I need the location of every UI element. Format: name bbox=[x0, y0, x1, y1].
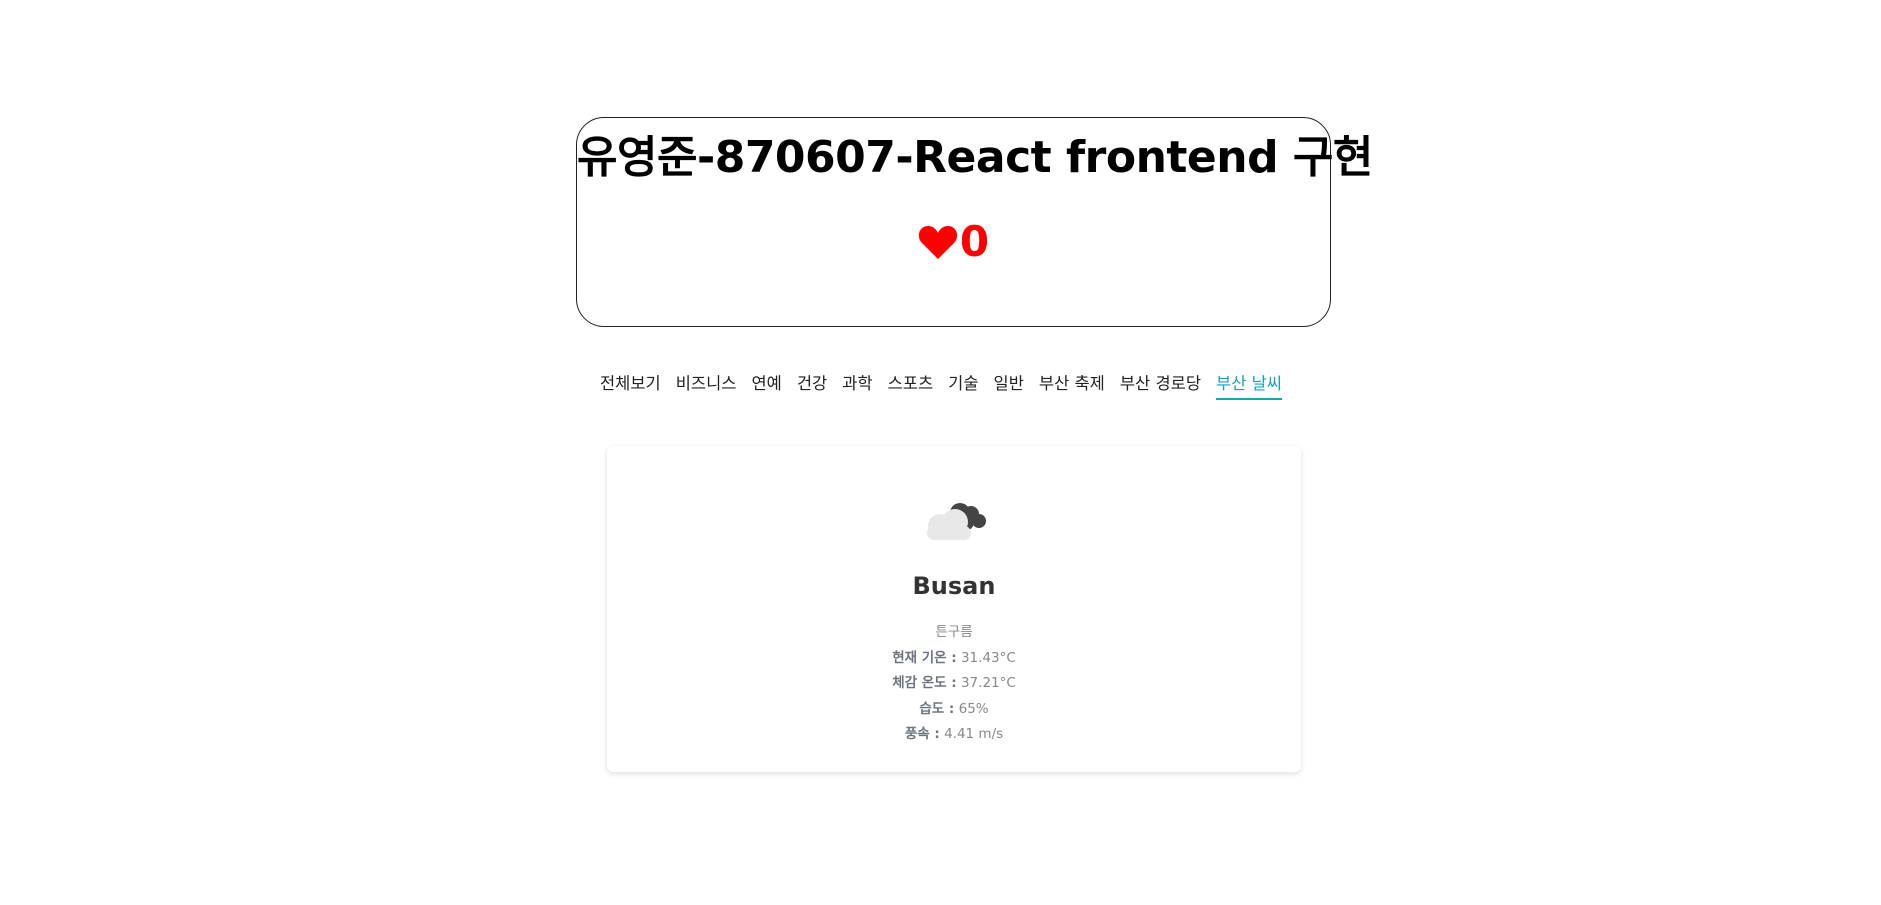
wind-value: 4.41 m/s bbox=[944, 726, 1004, 742]
nav-item-busan-senior-center[interactable]: 부산 경로당 bbox=[1120, 370, 1201, 400]
humidity: 습도 : 65% bbox=[607, 697, 1301, 723]
wind-speed: 풍속 : 4.41 m/s bbox=[607, 722, 1301, 748]
page-title: 유영준-870607-React frontend 구현 bbox=[577, 132, 1373, 183]
weather-description: 튼구름 bbox=[935, 624, 973, 640]
header-card: 유영준-870607-React frontend 구현 0 bbox=[576, 117, 1373, 327]
nav-item-all[interactable]: 전체보기 bbox=[600, 370, 661, 400]
feels-value: 37.21°C bbox=[960, 675, 1016, 691]
nav-item-sports[interactable]: 스포츠 bbox=[888, 370, 934, 400]
humidity-label: 습도 : bbox=[919, 700, 955, 717]
weather-details: 튼구름 현재 기온 : 31.43°C 체감 온도 : 37.21°C 습도 :… bbox=[607, 620, 1301, 748]
nav-item-general[interactable]: 일반 bbox=[994, 370, 1024, 400]
category-nav: 전체보기 비즈니스 연예 건강 과학 스포츠 기술 일반 부산 축제 부산 경로… bbox=[600, 370, 1297, 404]
feels-like-temperature: 체감 온도 : 37.21°C bbox=[607, 671, 1301, 697]
nav-item-busan-weather[interactable]: 부산 날씨 bbox=[1216, 370, 1282, 400]
wind-label: 풍속 : bbox=[904, 726, 940, 742]
current-temperature: 현재 기온 : 31.43°C bbox=[607, 646, 1301, 672]
nav-item-technology[interactable]: 기술 bbox=[948, 370, 978, 400]
broken-clouds-icon bbox=[927, 503, 986, 540]
nav-item-entertainment[interactable]: 연예 bbox=[751, 370, 781, 400]
page: 유영준-870607-React frontend 구현 0 전체보기 비즈니스… bbox=[0, 0, 1881, 905]
temp-value: 31.43°C bbox=[960, 649, 1016, 666]
temp-label: 현재 기온 : bbox=[892, 649, 957, 666]
city-name: Busan bbox=[912, 572, 996, 600]
feels-label: 체감 온도 : bbox=[892, 675, 957, 691]
nav-item-business[interactable]: 비즈니스 bbox=[676, 370, 737, 400]
heart-icon bbox=[918, 225, 957, 259]
nav-item-busan-festival[interactable]: 부산 축제 bbox=[1039, 370, 1105, 400]
like-count: 0 bbox=[959, 216, 990, 266]
weather-card: Busan 튼구름 현재 기온 : 31.43°C 체감 온도 : 37.21°… bbox=[607, 446, 1301, 772]
like-button[interactable]: 0 bbox=[918, 216, 990, 266]
humidity-value: 65% bbox=[958, 700, 989, 717]
nav-item-health[interactable]: 건강 bbox=[797, 370, 827, 400]
nav-item-science[interactable]: 과학 bbox=[842, 370, 872, 400]
